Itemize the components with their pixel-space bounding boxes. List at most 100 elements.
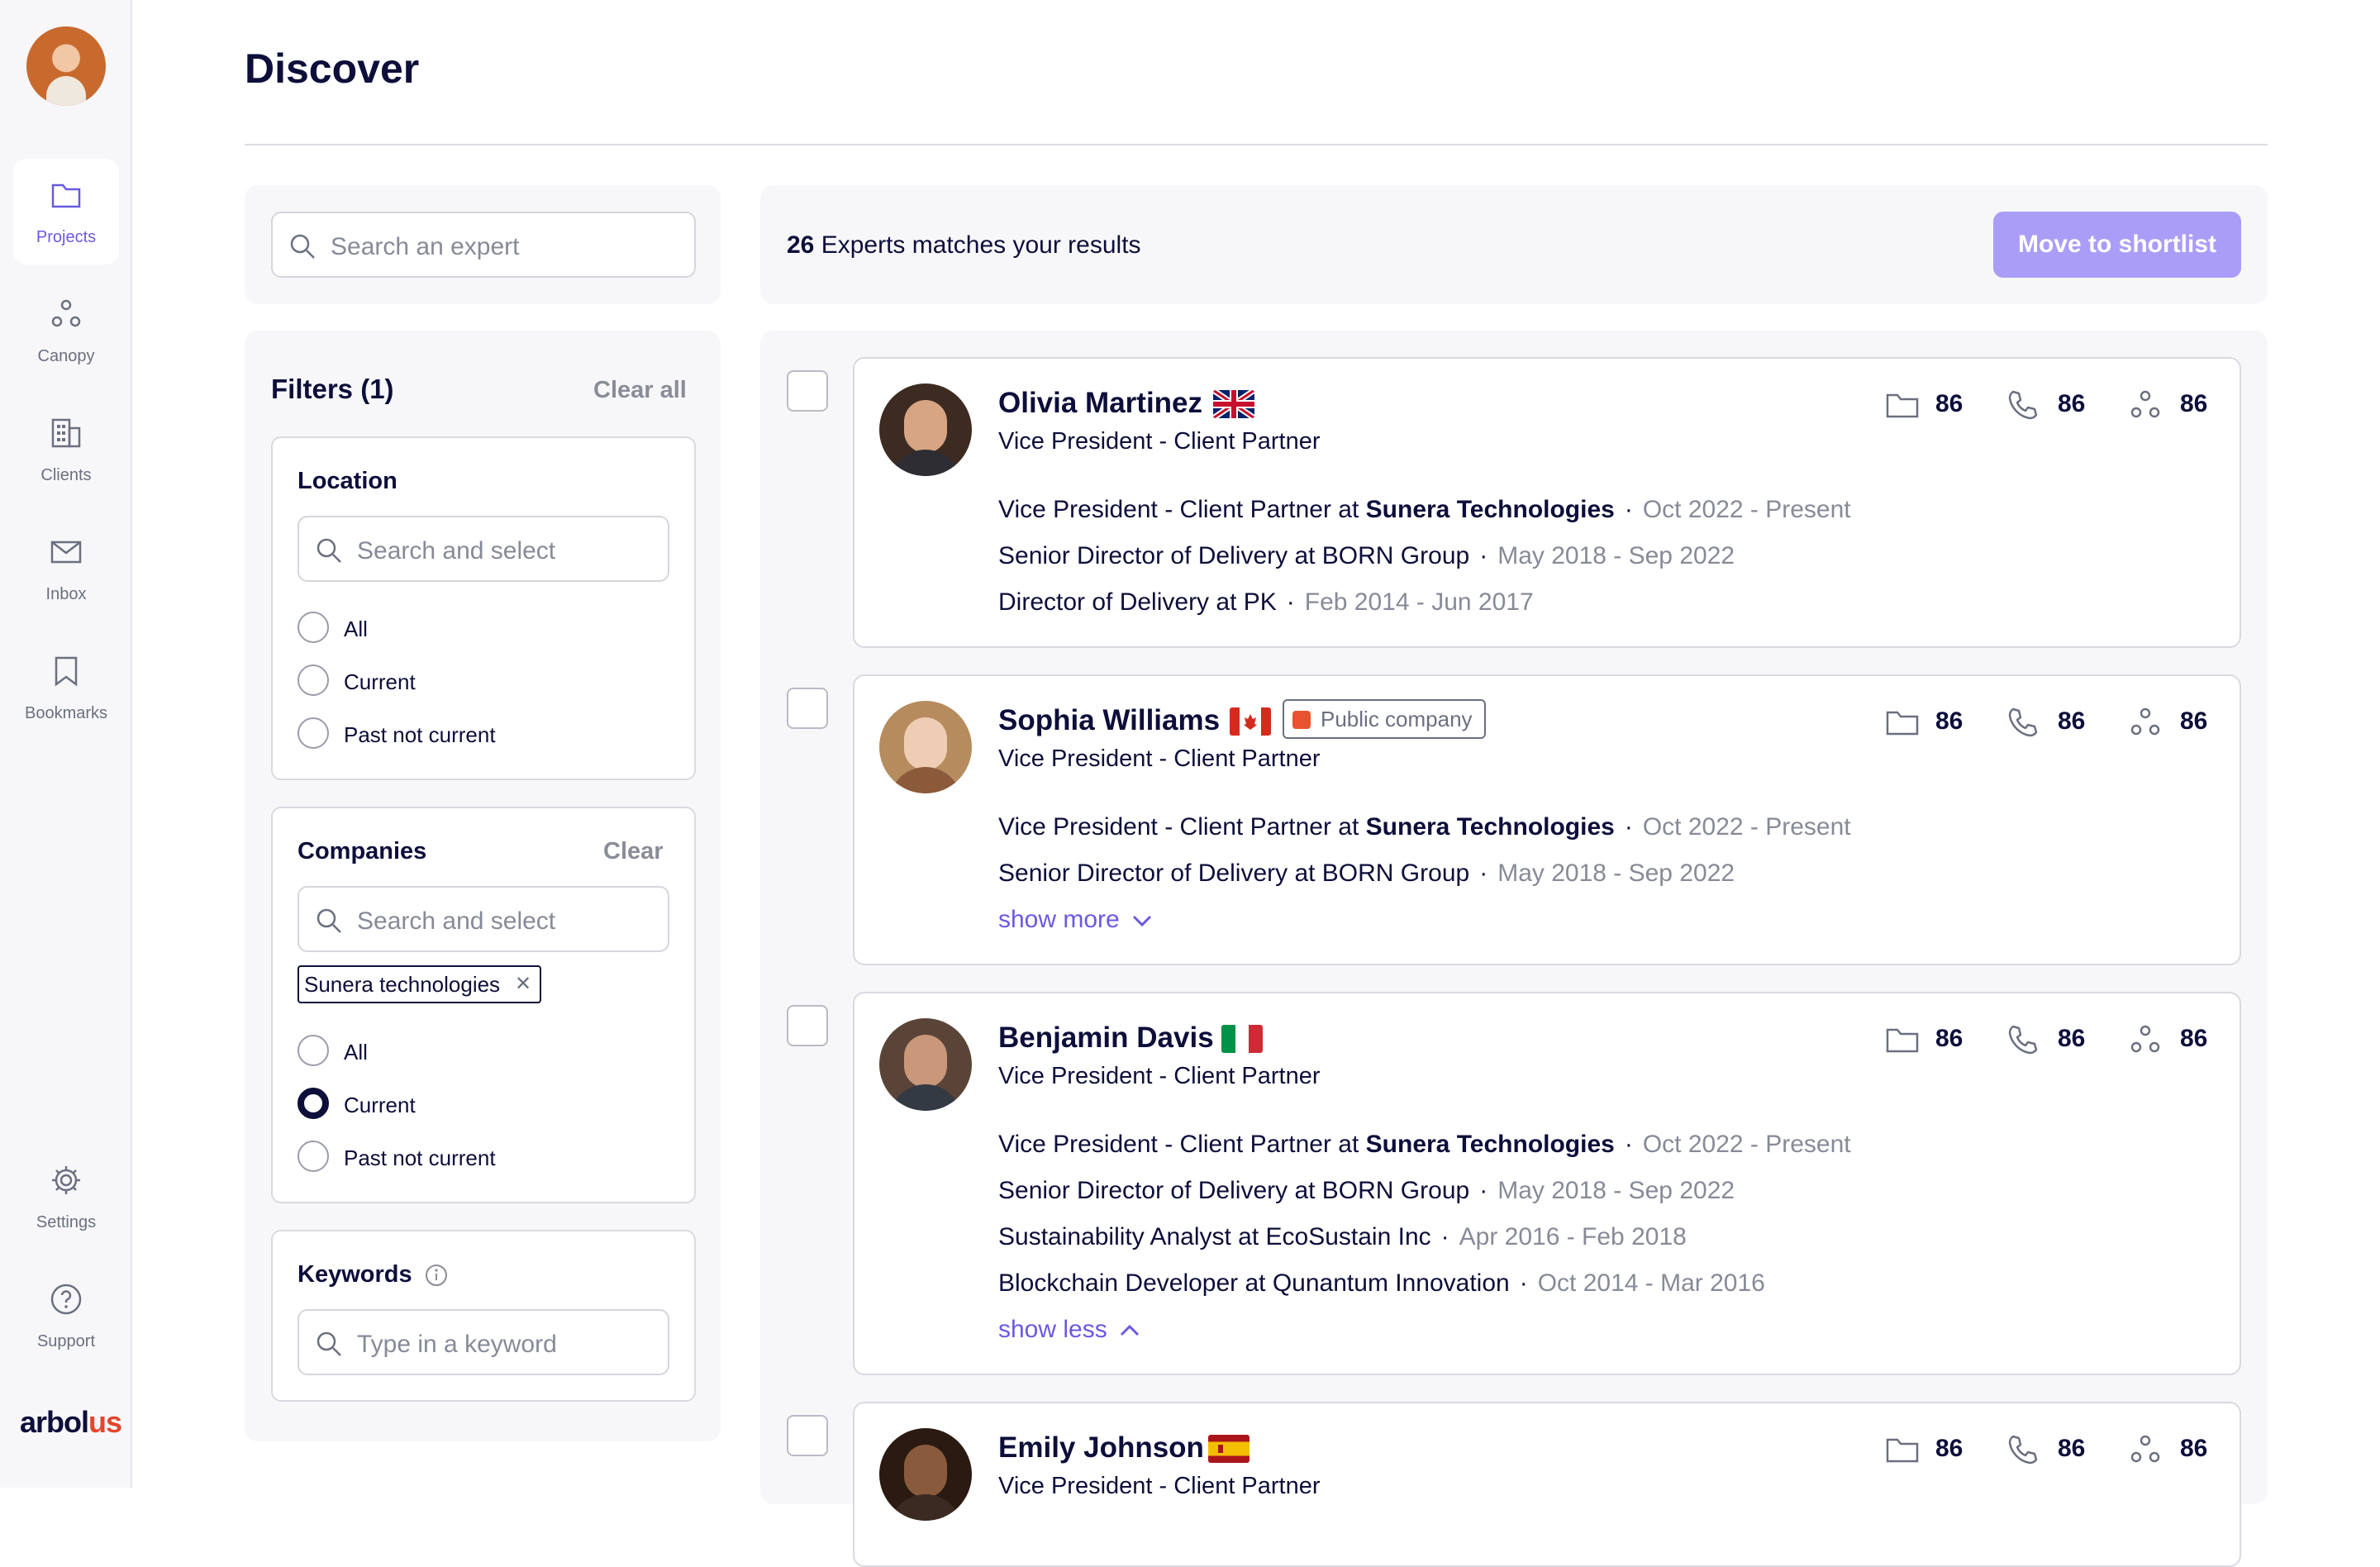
expert-card[interactable]: Olivia Martinez Vice President - Client … xyxy=(853,357,2241,648)
search-icon xyxy=(317,1331,341,1356)
show-less-button[interactable]: show less xyxy=(998,1316,1140,1344)
chevron-up-icon xyxy=(1120,1324,1139,1336)
user-avatar[interactable] xyxy=(26,26,106,106)
role-line: Blockchain Developer at Qunantum Innovat… xyxy=(998,1269,1765,1297)
mail-icon xyxy=(50,541,82,564)
expert-avatar xyxy=(879,383,972,476)
folder-icon xyxy=(1886,711,1919,736)
companies-radio-all[interactable] xyxy=(298,1035,329,1066)
sidebar-item-label: Projects xyxy=(36,228,97,246)
expert-card[interactable]: Benjamin Davis Vice President - Client P… xyxy=(853,992,2241,1375)
expert-search-input[interactable]: Search an expert xyxy=(271,212,696,278)
keyword-placeholder: Type in a keyword xyxy=(357,1331,557,1358)
keywords-filter-card: Keywords Type in a keyword xyxy=(271,1230,696,1402)
expert-stats: 86 86 86 xyxy=(1884,1431,2215,1468)
expert-stats: 86 86 86 xyxy=(1884,1022,2215,1058)
network-count: 86 xyxy=(2180,707,2208,735)
sidebar-item-label: Canopy xyxy=(37,347,95,365)
phone-icon xyxy=(2008,390,2038,420)
keywords-title: Keywords xyxy=(298,1261,449,1288)
page-title: Discover xyxy=(245,45,420,92)
flag-ca-icon xyxy=(1230,707,1271,736)
expert-title: Vice President - Client Partner xyxy=(998,1473,1321,1499)
expert-checkbox[interactable] xyxy=(787,1005,828,1046)
role-line: Senior Director of Delivery at BORN Grou… xyxy=(998,860,1735,887)
expert-name[interactable]: Sophia Williams xyxy=(998,704,1220,737)
sidebar-item-canopy[interactable]: Canopy xyxy=(13,278,119,383)
expert-title: Vice President - Client Partner xyxy=(998,1063,1321,1089)
calls-count: 86 xyxy=(2058,390,2086,417)
info-icon[interactable] xyxy=(424,1263,449,1288)
role-line: Director of Delivery at PK · Feb 2014 - Ju… xyxy=(998,588,1534,616)
projects-count: 86 xyxy=(1935,707,1963,735)
location-radio-past[interactable] xyxy=(298,717,329,749)
companies-radio-past[interactable] xyxy=(298,1141,329,1172)
sidebar-item-projects[interactable]: Projects xyxy=(13,159,119,264)
role-line: Sustainability Analyst at EcoSustain Inc… xyxy=(998,1223,1687,1250)
location-radio-current[interactable] xyxy=(298,664,329,696)
expert-avatar xyxy=(879,1018,972,1111)
search-icon xyxy=(317,538,341,563)
results-count: 26 Experts matches your results xyxy=(787,231,1141,259)
expert-card[interactable]: Sophia Williams Public company Vice Pres… xyxy=(853,674,2241,965)
expert-checkbox[interactable] xyxy=(787,370,828,412)
expert-name[interactable]: Emily Johnson xyxy=(998,1431,1204,1465)
companies-radio-current[interactable] xyxy=(298,1088,329,1119)
keyword-input[interactable]: Type in a keyword xyxy=(298,1309,669,1375)
folder-icon xyxy=(51,183,81,208)
canopy-icon xyxy=(51,299,81,327)
flag-it-icon xyxy=(1221,1025,1263,1053)
network-count: 86 xyxy=(2180,1435,2208,1462)
folder-icon xyxy=(1886,1438,1919,1463)
companies-filter-card: Companies Clear Search and select All Cu… xyxy=(271,807,696,1203)
sidebar-item-support[interactable]: Support xyxy=(13,1263,119,1369)
location-radio-all[interactable] xyxy=(298,612,329,643)
role-line: Vice President - Client Partner at Suner… xyxy=(998,496,1851,523)
clear-all-button[interactable]: Clear all xyxy=(593,377,687,404)
calls-count: 86 xyxy=(2058,1025,2086,1052)
move-to-shortlist-button[interactable]: Move to shortlist xyxy=(1993,212,2241,278)
network-icon xyxy=(2130,390,2160,418)
expert-avatar xyxy=(879,701,972,793)
folder-icon xyxy=(1886,1028,1919,1053)
radio-label: All xyxy=(344,617,368,641)
network-icon xyxy=(2130,707,2160,736)
network-count: 86 xyxy=(2180,1025,2208,1052)
trending-icon xyxy=(1292,711,1311,729)
phone-icon xyxy=(2008,1435,2038,1465)
sidebar-item-clients[interactable]: Clients xyxy=(13,397,119,502)
expert-checkbox[interactable] xyxy=(787,688,828,729)
network-icon xyxy=(2130,1435,2160,1463)
expert-title: Vice President - Client Partner xyxy=(998,428,1321,455)
expert-name[interactable]: Olivia Martinez xyxy=(998,387,1202,420)
location-search-input[interactable]: Search and select xyxy=(298,516,669,582)
header-divider xyxy=(245,144,2268,145)
expert-checkbox[interactable] xyxy=(787,1415,828,1456)
chevron-down-icon xyxy=(1132,916,1151,927)
company-chip[interactable]: Sunera technologies ✕ xyxy=(298,965,542,1003)
sidebar-item-settings[interactable]: Settings xyxy=(13,1144,119,1250)
expert-stats: 86 86 86 xyxy=(1884,704,2215,741)
expert-name[interactable]: Benjamin Davis xyxy=(998,1022,1214,1055)
companies-search-input[interactable]: Search and select xyxy=(298,886,669,952)
radio-label: All xyxy=(344,1040,368,1065)
sidebar-item-inbox[interactable]: Inbox xyxy=(13,516,119,622)
sidebar-item-bookmarks[interactable]: Bookmarks xyxy=(13,635,119,741)
projects-count: 86 xyxy=(1935,1025,1963,1052)
gear-icon xyxy=(52,1166,80,1194)
location-filter-card: Location Search and select All Current P… xyxy=(271,436,696,780)
sidebar-item-label: Clients xyxy=(40,466,92,484)
phone-icon xyxy=(2008,707,2038,737)
companies-clear-button[interactable]: Clear xyxy=(603,838,664,865)
bookmark-icon xyxy=(55,656,78,687)
location-placeholder: Search and select xyxy=(357,537,556,564)
network-icon xyxy=(2130,1025,2160,1053)
close-icon[interactable]: ✕ xyxy=(515,967,531,1002)
folder-icon xyxy=(1886,393,1919,418)
show-more-button[interactable]: show more xyxy=(998,906,1153,934)
expert-title: Vice President - Client Partner xyxy=(998,745,1321,772)
companies-title: Companies xyxy=(298,838,427,864)
role-line: Senior Director of Delivery at BORN Grou… xyxy=(998,542,1735,569)
location-title: Location xyxy=(298,468,397,494)
expert-card[interactable]: Emily Johnson Vice President - Client Pa… xyxy=(853,1402,2241,1567)
